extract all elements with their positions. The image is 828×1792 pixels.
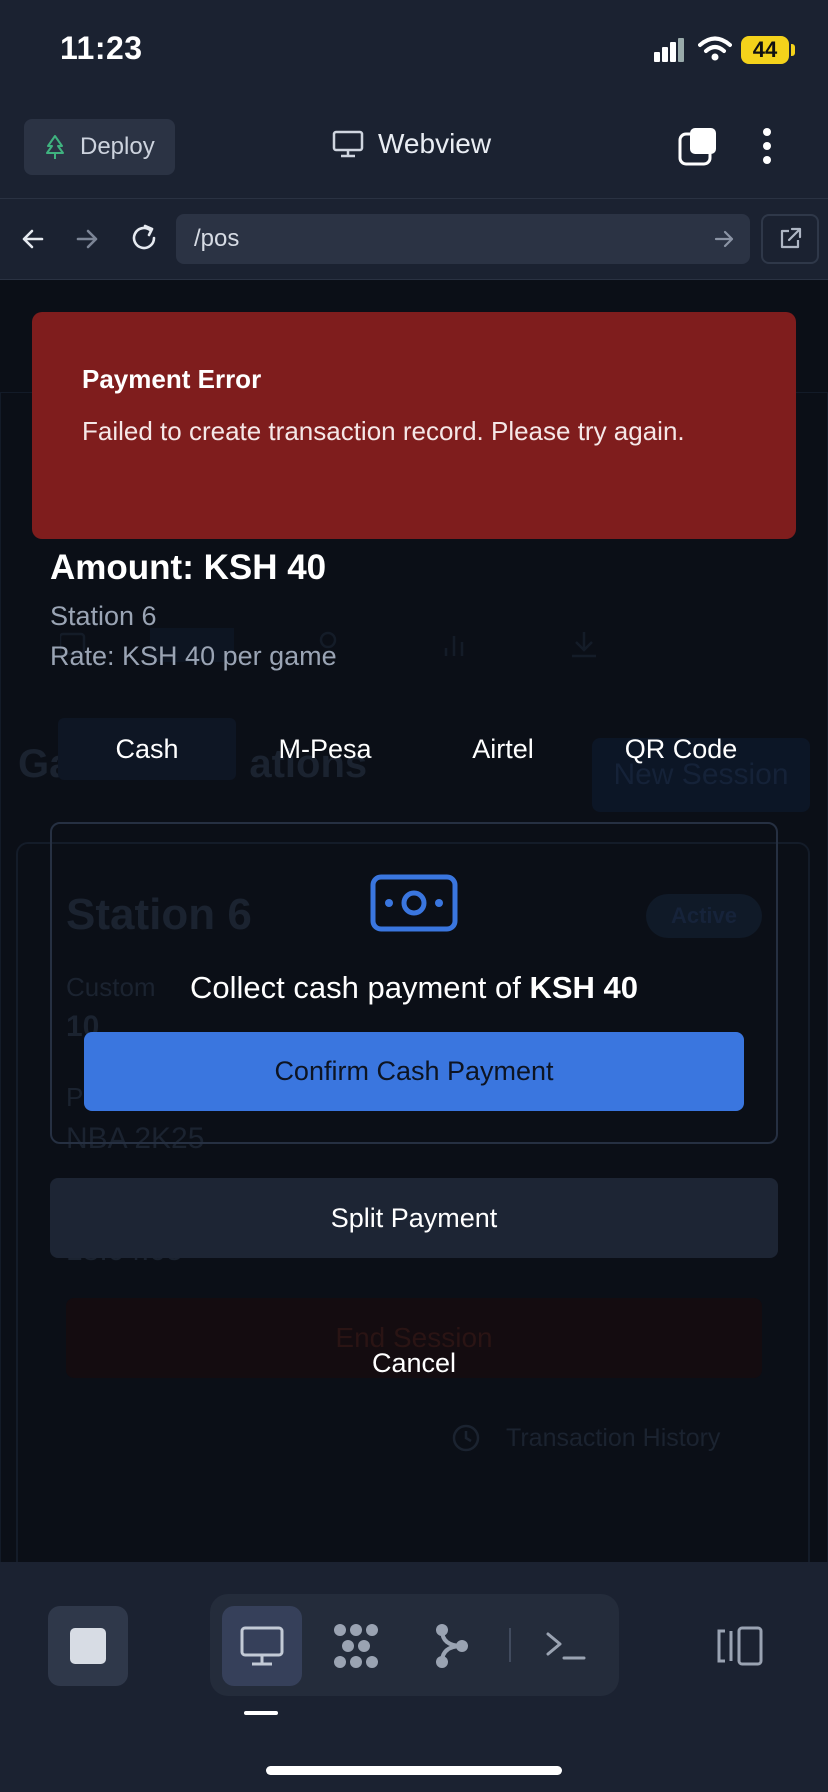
url-go-arrow-icon[interactable] xyxy=(712,227,738,251)
deploy-button[interactable]: Deploy xyxy=(24,119,175,175)
grid-dots-icon xyxy=(334,1624,378,1668)
confirm-cash-payment-button[interactable]: Confirm Cash Payment xyxy=(84,1032,744,1111)
tab-qr-code[interactable]: QR Code xyxy=(592,718,770,780)
wifi-icon xyxy=(698,36,732,61)
tab-mpesa[interactable]: M-Pesa xyxy=(236,718,414,780)
more-vertical-icon[interactable] xyxy=(752,124,782,168)
external-link-icon xyxy=(780,227,802,249)
background-history-link: Transaction History xyxy=(506,1424,721,1452)
back-arrow-icon[interactable] xyxy=(18,224,48,254)
home-indicator[interactable] xyxy=(266,1766,562,1775)
tree-icon xyxy=(46,135,64,159)
payment-station: Station 6 xyxy=(50,601,157,631)
git-branch-icon xyxy=(436,1624,468,1668)
battery-nub xyxy=(791,44,795,56)
battery-indicator: 44 xyxy=(741,36,789,64)
forward-arrow-icon[interactable] xyxy=(72,224,102,254)
dock-terminal-button[interactable] xyxy=(526,1606,606,1686)
signal-icon xyxy=(654,38,684,62)
terminal-icon xyxy=(546,1632,586,1660)
reload-icon[interactable] xyxy=(128,222,160,254)
tab-airtel[interactable]: Airtel xyxy=(414,718,592,780)
dock-panels-button[interactable] xyxy=(700,1606,780,1686)
monitor-icon xyxy=(240,1626,284,1666)
side-panel-icon xyxy=(717,1626,763,1666)
stop-button[interactable] xyxy=(48,1606,128,1686)
payment-amount: Amount: KSH 40 xyxy=(50,548,327,587)
webview-title: Webview xyxy=(332,128,491,160)
dock-git-button[interactable] xyxy=(412,1606,492,1686)
tabs-icon[interactable] xyxy=(676,124,720,168)
active-tab-indicator xyxy=(244,1711,278,1715)
toast-title: Payment Error xyxy=(82,364,262,394)
history-icon xyxy=(452,1424,480,1452)
stop-icon xyxy=(70,1628,106,1664)
collect-prefix: Collect cash payment of xyxy=(190,970,530,1005)
url-input[interactable]: /pos xyxy=(176,214,750,264)
payment-error-toast: Payment Error Failed to create transacti… xyxy=(32,312,796,539)
dock-webview-button[interactable] xyxy=(222,1606,302,1686)
tab-cash[interactable]: Cash xyxy=(58,718,236,780)
toast-message: Failed to create transaction record. Ple… xyxy=(82,416,685,446)
deploy-label: Deploy xyxy=(80,133,155,160)
banknote-icon xyxy=(370,874,458,932)
monitor-icon xyxy=(332,130,364,158)
webview-title-text: Webview xyxy=(378,128,492,159)
cancel-button[interactable]: Cancel xyxy=(50,1340,778,1386)
collect-cash-text: Collect cash payment of KSH 40 xyxy=(50,970,778,1006)
collect-amount: KSH 40 xyxy=(529,970,638,1005)
open-external-button[interactable] xyxy=(761,214,819,264)
url-text: /pos xyxy=(194,225,240,252)
split-payment-button[interactable]: Split Payment xyxy=(50,1178,778,1258)
payment-rate: Rate: KSH 40 per game xyxy=(50,641,337,671)
dock-packages-button[interactable] xyxy=(316,1606,396,1686)
status-time: 11:23 xyxy=(60,30,143,66)
dock-separator xyxy=(509,1628,511,1662)
